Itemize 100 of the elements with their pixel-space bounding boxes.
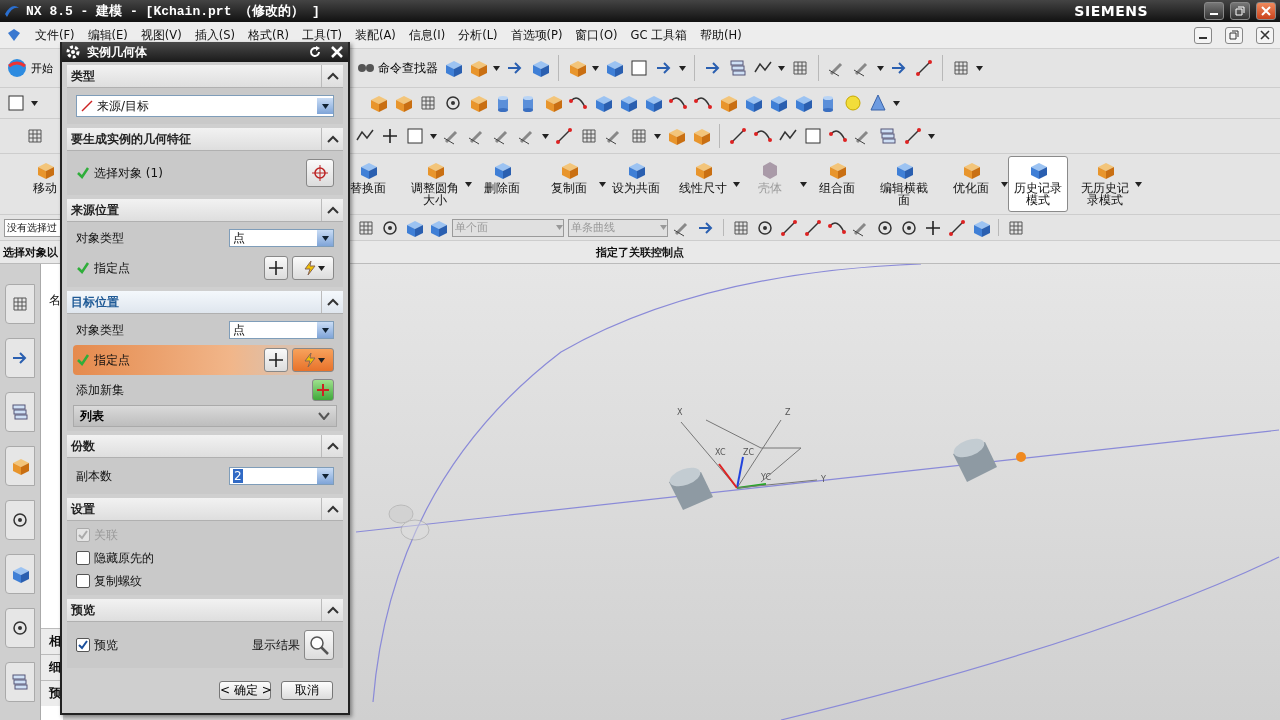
cancel-button[interactable]: 取消 <box>281 680 333 700</box>
feature-button[interactable]: 调整圆角大小 <box>405 156 465 212</box>
cube-icon[interactable] <box>443 58 463 78</box>
caret-icon[interactable] <box>599 181 606 187</box>
box-icon[interactable] <box>666 126 686 146</box>
close-icon[interactable] <box>329 44 345 60</box>
box-icon[interactable] <box>368 93 388 113</box>
cube-icon[interactable] <box>793 93 813 113</box>
menu-item[interactable]: 信息(I) <box>408 27 446 43</box>
line-icon[interactable] <box>947 217 967 238</box>
cube-icon[interactable] <box>593 93 613 113</box>
line-icon[interactable] <box>914 58 934 78</box>
grid-icon[interactable] <box>790 58 810 78</box>
panel-header[interactable]: 相 <box>41 628 63 654</box>
feature-button[interactable]: 编辑横截面 <box>874 156 934 212</box>
copies-field[interactable]: 2 <box>229 467 334 485</box>
caret-icon[interactable] <box>928 133 935 139</box>
restore-button[interactable] <box>1225 26 1243 44</box>
grid-icon[interactable] <box>418 93 438 113</box>
menu-item[interactable]: 分析(L) <box>458 27 498 43</box>
square-icon[interactable] <box>629 58 649 78</box>
square-icon[interactable] <box>803 126 823 146</box>
feature-button[interactable]: 复制面 <box>539 156 599 212</box>
cube-icon[interactable] <box>530 58 550 78</box>
box-icon[interactable] <box>468 58 488 78</box>
caret-icon[interactable] <box>976 65 983 71</box>
cube-icon[interactable] <box>643 93 663 113</box>
cone-icon[interactable] <box>868 93 888 113</box>
square-icon[interactable] <box>405 126 425 146</box>
ok-button[interactable]: < 确定 > <box>219 680 271 700</box>
line-icon[interactable] <box>779 217 799 238</box>
resource-tab[interactable] <box>5 338 35 378</box>
cube-icon[interactable] <box>743 93 763 113</box>
point-row[interactable]: 指定点 <box>73 253 337 283</box>
dropdown-button[interactable] <box>317 230 333 246</box>
box-icon[interactable] <box>543 93 563 113</box>
resource-tab[interactable] <box>5 554 35 594</box>
dropdown-button[interactable] <box>317 322 333 338</box>
grid-icon[interactable] <box>579 126 599 146</box>
caret-icon[interactable] <box>654 133 661 139</box>
minimize-button[interactable] <box>1204 2 1224 20</box>
menu-item[interactable]: 文件(F) <box>35 27 75 43</box>
feature-button[interactable]: 历史记录模式 <box>1008 156 1068 212</box>
caret-icon[interactable] <box>592 65 599 71</box>
layers-icon[interactable] <box>878 126 898 146</box>
inferred-point-button[interactable] <box>292 256 334 280</box>
line-icon[interactable] <box>554 126 574 146</box>
caret-icon[interactable] <box>1001 181 1008 187</box>
menu-item[interactable]: 装配(A) <box>354 27 396 43</box>
caret-icon[interactable] <box>317 357 325 363</box>
panel-header[interactable]: 细 <box>41 654 63 680</box>
resource-tab[interactable] <box>5 608 35 648</box>
caret-icon[interactable] <box>877 65 884 71</box>
point-dialog-button[interactable] <box>264 256 288 280</box>
section-header[interactable]: 类型 <box>67 65 343 88</box>
line-icon[interactable] <box>903 126 923 146</box>
command-finder-button[interactable]: 命令查找器 <box>357 59 438 77</box>
box-icon[interactable] <box>567 58 587 78</box>
restore-button[interactable] <box>1230 2 1250 20</box>
checkbox[interactable] <box>76 574 90 588</box>
caret-icon[interactable] <box>679 65 686 71</box>
close-button[interactable] <box>1256 26 1274 44</box>
line-icon[interactable] <box>803 217 823 238</box>
box-icon[interactable] <box>393 93 413 113</box>
layers-icon[interactable] <box>728 58 748 78</box>
menu-item[interactable]: 首选项(P) <box>510 27 563 43</box>
feature-button[interactable]: 组合面 <box>807 156 867 212</box>
caret-icon[interactable] <box>430 133 437 139</box>
minimize-button[interactable] <box>1194 26 1212 44</box>
menu-item[interactable]: 帮助(H) <box>700 27 742 43</box>
plus-icon[interactable] <box>380 126 400 146</box>
reset-icon[interactable] <box>307 44 323 60</box>
line-icon[interactable] <box>728 126 748 146</box>
menu-item[interactable]: 窗口(O) <box>575 27 618 43</box>
point-dialog-button[interactable] <box>264 348 288 372</box>
grid-icon[interactable] <box>25 126 45 146</box>
caret-icon[interactable] <box>465 181 472 187</box>
close-button[interactable] <box>1256 2 1276 20</box>
caret-icon[interactable] <box>733 181 740 187</box>
feature-button[interactable]: 线性尺寸 <box>673 156 733 212</box>
caret-icon[interactable] <box>321 327 329 333</box>
grid-icon[interactable] <box>951 58 971 78</box>
caret-icon[interactable] <box>778 65 785 71</box>
menu-item[interactable]: 编辑(E) <box>87 27 128 43</box>
caret-icon[interactable] <box>493 65 500 71</box>
checkbox[interactable] <box>76 551 90 565</box>
cube-icon[interactable] <box>768 93 788 113</box>
section-header[interactable]: 预览 <box>67 599 343 622</box>
cube-icon[interactable] <box>604 58 624 78</box>
feature-button[interactable]: 无历史记录模式 <box>1075 156 1135 212</box>
caret-icon[interactable] <box>321 103 329 109</box>
box-icon[interactable] <box>718 93 738 113</box>
type-dropdown[interactable]: 来源/目标 <box>76 95 334 117</box>
menu-item[interactable]: GC 工具箱 <box>630 27 688 43</box>
caret-icon[interactable] <box>321 473 329 479</box>
cube-icon[interactable] <box>618 93 638 113</box>
list-header[interactable]: 列表 <box>73 405 337 427</box>
feature-button[interactable]: 优化面 <box>941 156 1001 212</box>
caret-icon[interactable] <box>1135 181 1142 187</box>
section-header[interactable]: 来源位置 <box>67 199 343 222</box>
